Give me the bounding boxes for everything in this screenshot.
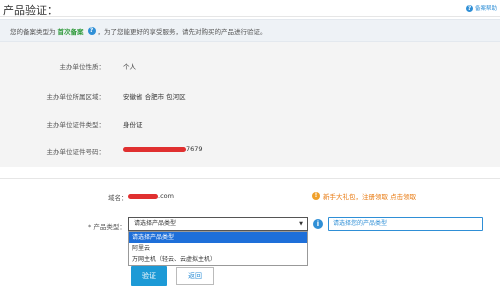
promo-text: 新手大礼包，注册领取 点击领取 xyxy=(323,193,417,201)
domain-field: .com xyxy=(128,192,174,200)
notice-text: 您的备案类型为 首次备案 ? ，为了您能更好的享受服务，请先对购买的产品进行验证… xyxy=(10,26,267,36)
promo-banner[interactable]: ! 新手大礼包，注册领取 点击领取 xyxy=(312,191,416,201)
dropdown-option[interactable]: 万网主机（轻云、云虚拟主机） xyxy=(129,254,307,265)
help-label: 备案帮助 xyxy=(474,6,497,12)
product-type-dropdown: 请选择产品类型 阿里云 万网主机（轻云、云虚拟主机） xyxy=(128,231,308,266)
notice-record-type: 首次备案 xyxy=(57,28,84,36)
id-number-value: 7679 xyxy=(186,145,203,153)
notice-prefix: 您的备案类型为 xyxy=(10,28,56,36)
info-icon: i xyxy=(313,219,323,229)
verify-button[interactable]: 验证 xyxy=(131,266,167,286)
divider xyxy=(0,16,500,17)
back-button[interactable]: 返回 xyxy=(176,267,214,285)
dropdown-option[interactable]: 阿里云 xyxy=(129,243,307,254)
redaction-mark xyxy=(123,146,186,152)
product-type-label: * 产品类型： xyxy=(88,223,126,231)
id-number-field: 7679 xyxy=(123,145,203,153)
help-link[interactable]: ? 备案帮助 xyxy=(465,4,497,12)
gift-icon: ! xyxy=(312,192,320,200)
region-label: 主办单位所属区域： xyxy=(46,93,106,101)
notice-suffix: ，为了您能更好的享受服务，请先对购买的产品进行验证。 xyxy=(97,28,267,36)
id-type-label: 主办单位证件类型： xyxy=(46,121,106,129)
id-number-label: 主办单位证件号码： xyxy=(46,148,106,156)
divider xyxy=(0,178,500,179)
domain-label: 域名： xyxy=(108,194,128,202)
nature-label: 主办单位性质： xyxy=(59,63,106,71)
redaction-mark xyxy=(128,193,158,199)
nature-value: 个人 xyxy=(123,63,136,71)
product-type-select[interactable]: 请选择产品类型 ▼ xyxy=(128,217,308,231)
dropdown-option[interactable]: 请选择产品类型 xyxy=(129,232,307,243)
id-type-value: 身份证 xyxy=(123,121,143,129)
region-value: 安徽省 合肥市 包河区 xyxy=(123,93,186,101)
question-icon: ? xyxy=(465,4,473,12)
domain-value: .com xyxy=(158,192,174,200)
product-hint-field: 请选择您的产品类型 xyxy=(328,217,483,231)
question-icon[interactable]: ? xyxy=(87,27,96,35)
select-value: 请选择产品类型 xyxy=(134,220,177,227)
chevron-down-icon: ▼ xyxy=(299,221,303,227)
